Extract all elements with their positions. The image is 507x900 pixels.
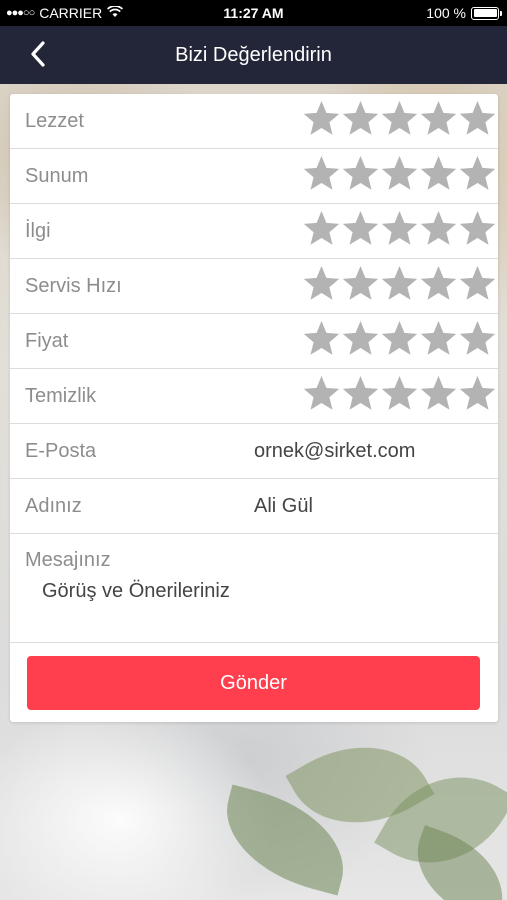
signal-icon: ●●●○○: [6, 7, 35, 19]
star-icon[interactable]: [419, 99, 458, 139]
star-icon[interactable]: [458, 209, 497, 249]
star-icon[interactable]: [458, 264, 497, 304]
star-icon[interactable]: [458, 99, 497, 139]
star-icon[interactable]: [380, 264, 419, 304]
rating-row: Temizlik: [10, 369, 498, 424]
email-field[interactable]: ornek@sirket.com: [254, 424, 484, 478]
wifi-icon: [107, 5, 124, 21]
star-icon[interactable]: [419, 319, 458, 359]
star-rating: [302, 264, 497, 304]
rating-row: Servis Hızı: [10, 259, 498, 314]
star-icon[interactable]: [380, 154, 419, 194]
star-icon[interactable]: [419, 374, 458, 414]
chevron-left-icon: [31, 41, 45, 67]
rating-form: Lezzet Sunum İlgi Servis Hızı Fiyat Temizlik …: [10, 94, 498, 722]
star-icon[interactable]: [341, 209, 380, 249]
star-icon[interactable]: [380, 374, 419, 414]
star-icon[interactable]: [458, 374, 497, 414]
page-title: Bizi Değerlendirin: [175, 43, 332, 66]
star-rating: [302, 154, 497, 194]
name-row: Adınız Ali Gül: [10, 479, 498, 534]
star-icon[interactable]: [341, 154, 380, 194]
carrier-label: CARRIER: [39, 5, 103, 21]
status-bar: ●●●○○ CARRIER 11:27 AM 100 %: [0, 0, 507, 26]
star-icon[interactable]: [302, 374, 341, 414]
star-icon[interactable]: [419, 154, 458, 194]
message-row: Mesajınız Görüş ve Önerileriniz: [10, 534, 498, 643]
rating-row: Fiyat: [10, 314, 498, 369]
star-icon[interactable]: [419, 209, 458, 249]
rating-label: Fiyat: [25, 330, 69, 352]
battery-icon: [471, 6, 502, 20]
star-rating: [302, 374, 497, 414]
rating-label: Sunum: [25, 165, 89, 187]
email-row: E-Posta ornek@sirket.com: [10, 424, 498, 479]
star-icon[interactable]: [341, 374, 380, 414]
name-label: Adınız: [25, 495, 82, 517]
star-rating: [302, 209, 497, 249]
star-icon[interactable]: [302, 264, 341, 304]
send-button[interactable]: Gönder: [27, 656, 480, 710]
star-rating: [302, 99, 497, 139]
star-icon[interactable]: [302, 209, 341, 249]
star-rating: [302, 319, 497, 359]
rating-label: Temizlik: [25, 385, 97, 407]
star-icon[interactable]: [380, 319, 419, 359]
star-icon[interactable]: [341, 319, 380, 359]
star-icon[interactable]: [380, 99, 419, 139]
rating-label: Servis Hızı: [25, 275, 122, 297]
name-field[interactable]: Ali Gül: [254, 479, 484, 533]
rating-row: İlgi: [10, 204, 498, 259]
message-field[interactable]: Görüş ve Önerileriniz: [42, 580, 230, 603]
star-icon[interactable]: [458, 319, 497, 359]
star-icon[interactable]: [458, 154, 497, 194]
star-icon[interactable]: [380, 209, 419, 249]
rating-label: Lezzet: [25, 110, 84, 132]
star-icon[interactable]: [302, 99, 341, 139]
rating-row: Sunum: [10, 149, 498, 204]
rating-row: Lezzet: [10, 94, 498, 149]
email-label: E-Posta: [25, 440, 97, 462]
star-icon[interactable]: [341, 99, 380, 139]
rating-label: İlgi: [25, 220, 51, 242]
star-icon[interactable]: [341, 264, 380, 304]
star-icon[interactable]: [419, 264, 458, 304]
battery-level: [473, 9, 497, 17]
star-icon[interactable]: [302, 319, 341, 359]
navigation-bar: Bizi Değerlendirin: [0, 26, 507, 84]
battery-percent: 100 %: [426, 5, 466, 21]
back-button[interactable]: [20, 36, 56, 72]
message-label: Mesajınız: [25, 549, 111, 571]
star-icon[interactable]: [302, 154, 341, 194]
